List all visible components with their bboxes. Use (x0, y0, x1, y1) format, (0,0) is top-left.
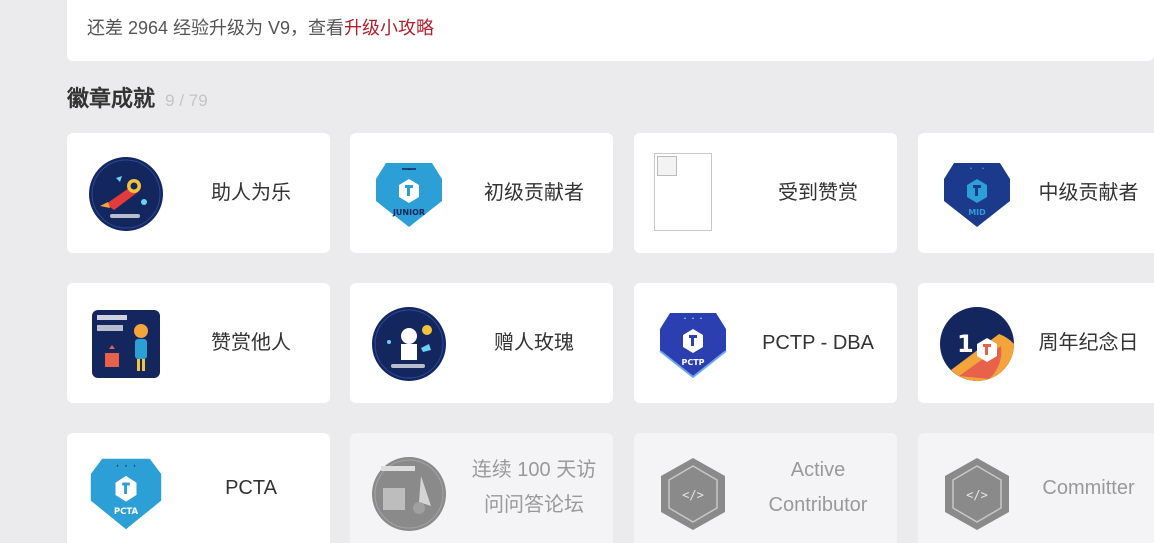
appreciate-others-icon (87, 305, 165, 383)
svg-text:</>: </> (682, 488, 704, 502)
badge-label: 赞赏他人 (211, 331, 291, 354)
badge-card-visit-100-days[interactable]: 连续 100 天访问问答论坛 (350, 433, 613, 543)
junior-badge-text: JUNIOR (392, 208, 425, 217)
pctp-shield-icon: PCTP (654, 305, 732, 383)
badge-label: Committer (1042, 476, 1135, 499)
helper-rocket-icon (87, 155, 165, 233)
badge-label: PCTP - DBA (762, 331, 874, 354)
svg-text:</>: </> (966, 488, 988, 502)
mid-badge-text: MID (968, 208, 986, 217)
badge-label: 初级贡献者 (484, 181, 584, 204)
badge-card-appreciated[interactable]: 受到赞赏 (634, 133, 897, 253)
mid-shield-icon: MID (938, 155, 1016, 233)
upgrade-guide-link[interactable]: 升级小攻略 (344, 18, 434, 38)
pctp-badge-text: PCTP (681, 358, 704, 367)
badge-label: 周年纪念日 (1038, 331, 1139, 354)
anniversary-number: 1 (957, 330, 974, 358)
badge-card-helper[interactable]: 助人为乐 (67, 133, 330, 253)
badge-label: 中级贡献者 (1038, 181, 1139, 204)
badges-title: 徽章成就 (67, 86, 156, 111)
badge-label: 助人为乐 (211, 181, 291, 204)
badge-label: PCTA (225, 476, 277, 499)
badge-label: Active Contributor (768, 459, 868, 516)
badge-card-appreciate-others[interactable]: 赞赏他人 (67, 283, 330, 403)
badge-card-pcta[interactable]: PCTA PCTA (67, 433, 330, 543)
badge-card-rose-gift[interactable]: 赠人玫瑰 (350, 283, 613, 403)
junior-shield-icon: JUNIOR (370, 155, 448, 233)
pcta-badge-text: PCTA (114, 507, 139, 517)
active-contributor-hex-icon: </> (654, 455, 732, 533)
badge-label: 赠人玫瑰 (494, 331, 574, 354)
badge-card-pctp-dba[interactable]: PCTP PCTP - DBA (634, 283, 897, 403)
upgrade-notice: 还差 2964 经验升级为 V9，查看升级小攻略 (67, 0, 1154, 61)
badge-card-active-contributor[interactable]: </> Active Contributor (634, 433, 897, 543)
rose-gift-icon (370, 305, 448, 383)
badges-section-title: 徽章成就 9 / 79 (67, 82, 208, 116)
committer-hex-icon: </> (938, 455, 1016, 533)
badge-card-anniversary[interactable]: 1 周年纪念日 (918, 283, 1154, 403)
broken-image-icon (654, 153, 712, 231)
pcta-shield-icon: PCTA (87, 455, 165, 533)
badge-label: 受到赞赏 (778, 181, 858, 204)
visit-100-days-icon (370, 455, 448, 533)
anniversary-icon: 1 (938, 305, 1016, 383)
badge-card-junior-contributor[interactable]: JUNIOR 初级贡献者 (350, 133, 613, 253)
badge-card-committer[interactable]: </> Committer (918, 433, 1154, 543)
badges-count: 9 / 79 (165, 91, 208, 110)
upgrade-notice-text: 还差 2964 经验升级为 V9，查看 (87, 18, 345, 38)
badge-label: 连续 100 天访问问答论坛 (471, 459, 597, 516)
badge-card-mid-contributor[interactable]: MID 中级贡献者 (918, 133, 1154, 253)
